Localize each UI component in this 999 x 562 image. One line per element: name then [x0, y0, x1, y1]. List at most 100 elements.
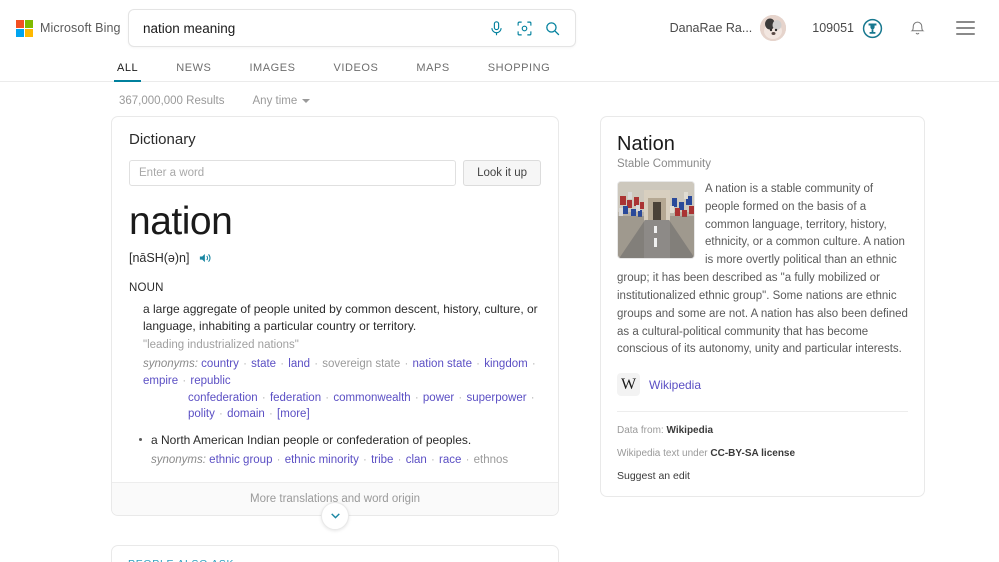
synonym-link[interactable]: ethnic group — [209, 454, 272, 466]
synonym-separator: · — [472, 358, 481, 370]
wikipedia-link[interactable]: Wikipedia — [649, 378, 701, 392]
synonym-separator: · — [454, 392, 463, 404]
brand-name-label: Microsoft Bing — [40, 21, 121, 35]
synonym-link[interactable]: clan — [406, 454, 427, 466]
knowledge-panel-column: Nation Stable Community — [600, 116, 925, 497]
license-prefix: Wikipedia text under — [617, 448, 710, 459]
tab-news[interactable]: NEWS — [176, 62, 211, 81]
results-content: Dictionary Look it up nation [nāSH(ə)n] … — [0, 107, 999, 562]
rewards-points-label: 109051 — [812, 21, 854, 35]
people-also-ask-card: PEOPLE ALSO ASK What is the difference b… — [111, 545, 559, 562]
main-results-column: Dictionary Look it up nation [nāSH(ə)n] … — [111, 116, 559, 562]
synonym-separator: · — [461, 454, 470, 466]
knowledge-panel-title: Nation — [617, 133, 908, 155]
synonym-link[interactable]: domain — [227, 408, 265, 420]
synonym-text: sovereign state — [322, 358, 400, 370]
synonym-separator: · — [178, 375, 187, 387]
expand-card-area — [111, 502, 559, 530]
data-from-source[interactable]: Wikipedia — [666, 425, 713, 436]
synonym-separator: · — [265, 408, 274, 420]
bing-brand-logo[interactable]: Microsoft Bing — [16, 20, 111, 37]
synonyms-list-line1: ethnic group · ethnic minority · tribe ·… — [209, 454, 508, 466]
results-meta-row: 367,000,000 Results Any time — [0, 82, 999, 107]
speaker-audio-icon[interactable] — [198, 251, 213, 265]
synonym-link[interactable]: commonwealth — [333, 392, 410, 404]
expand-dictionary-button[interactable] — [321, 502, 349, 530]
synonym-link[interactable]: nation state — [413, 358, 472, 370]
vertical-tabs: ALL NEWS IMAGES VIDEOS MAPS SHOPPING — [0, 56, 999, 82]
synonym-link[interactable]: polity — [188, 408, 215, 420]
synonym-link[interactable]: kingdom — [484, 358, 527, 370]
synonyms-label: synonyms: — [151, 454, 206, 466]
tab-images[interactable]: IMAGES — [249, 62, 295, 81]
tab-maps[interactable]: MAPS — [416, 62, 449, 81]
time-filter-dropdown[interactable]: Any time — [253, 95, 311, 107]
search-box[interactable] — [128, 9, 576, 47]
dictionary-card: Dictionary Look it up nation [nāSH(ə)n] … — [111, 116, 559, 516]
tab-videos[interactable]: VIDEOS — [334, 62, 379, 81]
synonym-link[interactable]: confederation — [188, 392, 258, 404]
dictionary-title: Dictionary — [129, 131, 541, 148]
tab-all[interactable]: ALL — [117, 62, 138, 81]
synonym-link[interactable]: power — [423, 392, 454, 404]
definition-example: "leading industrialized nations" — [143, 337, 541, 353]
synonym-link[interactable]: republic — [190, 375, 230, 387]
data-from-prefix: Data from: — [617, 425, 666, 436]
definition-sense: a North American Indian people or confed… — [129, 432, 541, 469]
synonym-link[interactable]: country — [201, 358, 239, 370]
synonym-link[interactable]: federation — [270, 392, 321, 404]
notification-bell-icon[interactable] — [909, 20, 926, 37]
look-it-up-button[interactable]: Look it up — [463, 160, 541, 186]
pronunciation-row: [nāSH(ə)n] — [129, 251, 541, 265]
synonym-separator: · — [258, 392, 267, 404]
definition-text: a North American Indian people or confed… — [151, 432, 541, 449]
synonym-link[interactable]: empire — [143, 375, 178, 387]
synonym-link[interactable]: state — [251, 358, 276, 370]
synonyms-list-line2: confederation · federation · commonwealt… — [143, 390, 541, 423]
search-icon[interactable] — [544, 20, 561, 37]
knowledge-panel-thumbnail[interactable] — [617, 181, 695, 259]
synonym-separator: · — [411, 392, 420, 404]
synonym-link[interactable]: tribe — [371, 454, 393, 466]
license-name[interactable]: CC-BY-SA license — [710, 448, 795, 459]
knowledge-panel: Nation Stable Community — [600, 116, 925, 497]
synonym-separator: · — [321, 392, 330, 404]
knowledge-panel-source[interactable]: W Wikipedia — [617, 359, 908, 411]
synonym-separator: · — [528, 358, 537, 370]
synonym-separator: · — [272, 454, 281, 466]
rewards-trophy-icon[interactable] — [862, 18, 883, 39]
definition-text: a large aggregate of people united by co… — [143, 301, 541, 335]
avatar[interactable] — [760, 15, 786, 41]
dictionary-word-input[interactable] — [129, 160, 456, 186]
synonym-link[interactable]: superpower — [466, 392, 526, 404]
synonym-separator: · — [276, 358, 285, 370]
headword: nation — [129, 202, 541, 241]
synonyms-list-line1: country · state · land · sovereign state… — [143, 358, 537, 387]
synonym-link[interactable]: race — [439, 454, 461, 466]
dictionary-lookup-form: Look it up — [129, 160, 541, 186]
chevron-down-icon — [302, 99, 310, 103]
synonym-text: ethnos — [474, 454, 509, 466]
time-filter-label: Any time — [253, 95, 298, 107]
synonym-link[interactable]: land — [288, 358, 310, 370]
synonym-separator: · — [427, 454, 436, 466]
tab-shopping[interactable]: SHOPPING — [488, 62, 550, 81]
knowledge-panel-attribution: Data from: Wikipedia Wikipedia text unde… — [617, 411, 908, 496]
data-from-line: Data from: Wikipedia — [617, 424, 908, 438]
header-account-area: DanaRae Ra... 109051 — [670, 15, 975, 41]
synonym-link[interactable]: [more] — [277, 408, 310, 420]
suggest-an-edit-link[interactable]: Suggest an edit — [617, 470, 908, 482]
synonym-separator: · — [400, 358, 409, 370]
results-count-label: 367,000,000 Results — [119, 95, 225, 107]
search-input[interactable] — [129, 21, 488, 36]
synonyms-row: synonyms: ethnic group · ethnic minority… — [151, 452, 541, 469]
visual-search-icon[interactable] — [516, 20, 533, 37]
knowledge-panel-subtitle: Stable Community — [617, 158, 908, 170]
microphone-icon[interactable] — [488, 20, 505, 37]
user-name-label[interactable]: DanaRae Ra... — [670, 21, 753, 35]
microsoft-logo-icon — [16, 20, 33, 37]
part-of-speech-label: NOUN — [129, 282, 541, 294]
synonym-separator: · — [359, 454, 368, 466]
synonym-link[interactable]: ethnic minority — [285, 454, 359, 466]
hamburger-menu-icon[interactable] — [956, 21, 975, 35]
